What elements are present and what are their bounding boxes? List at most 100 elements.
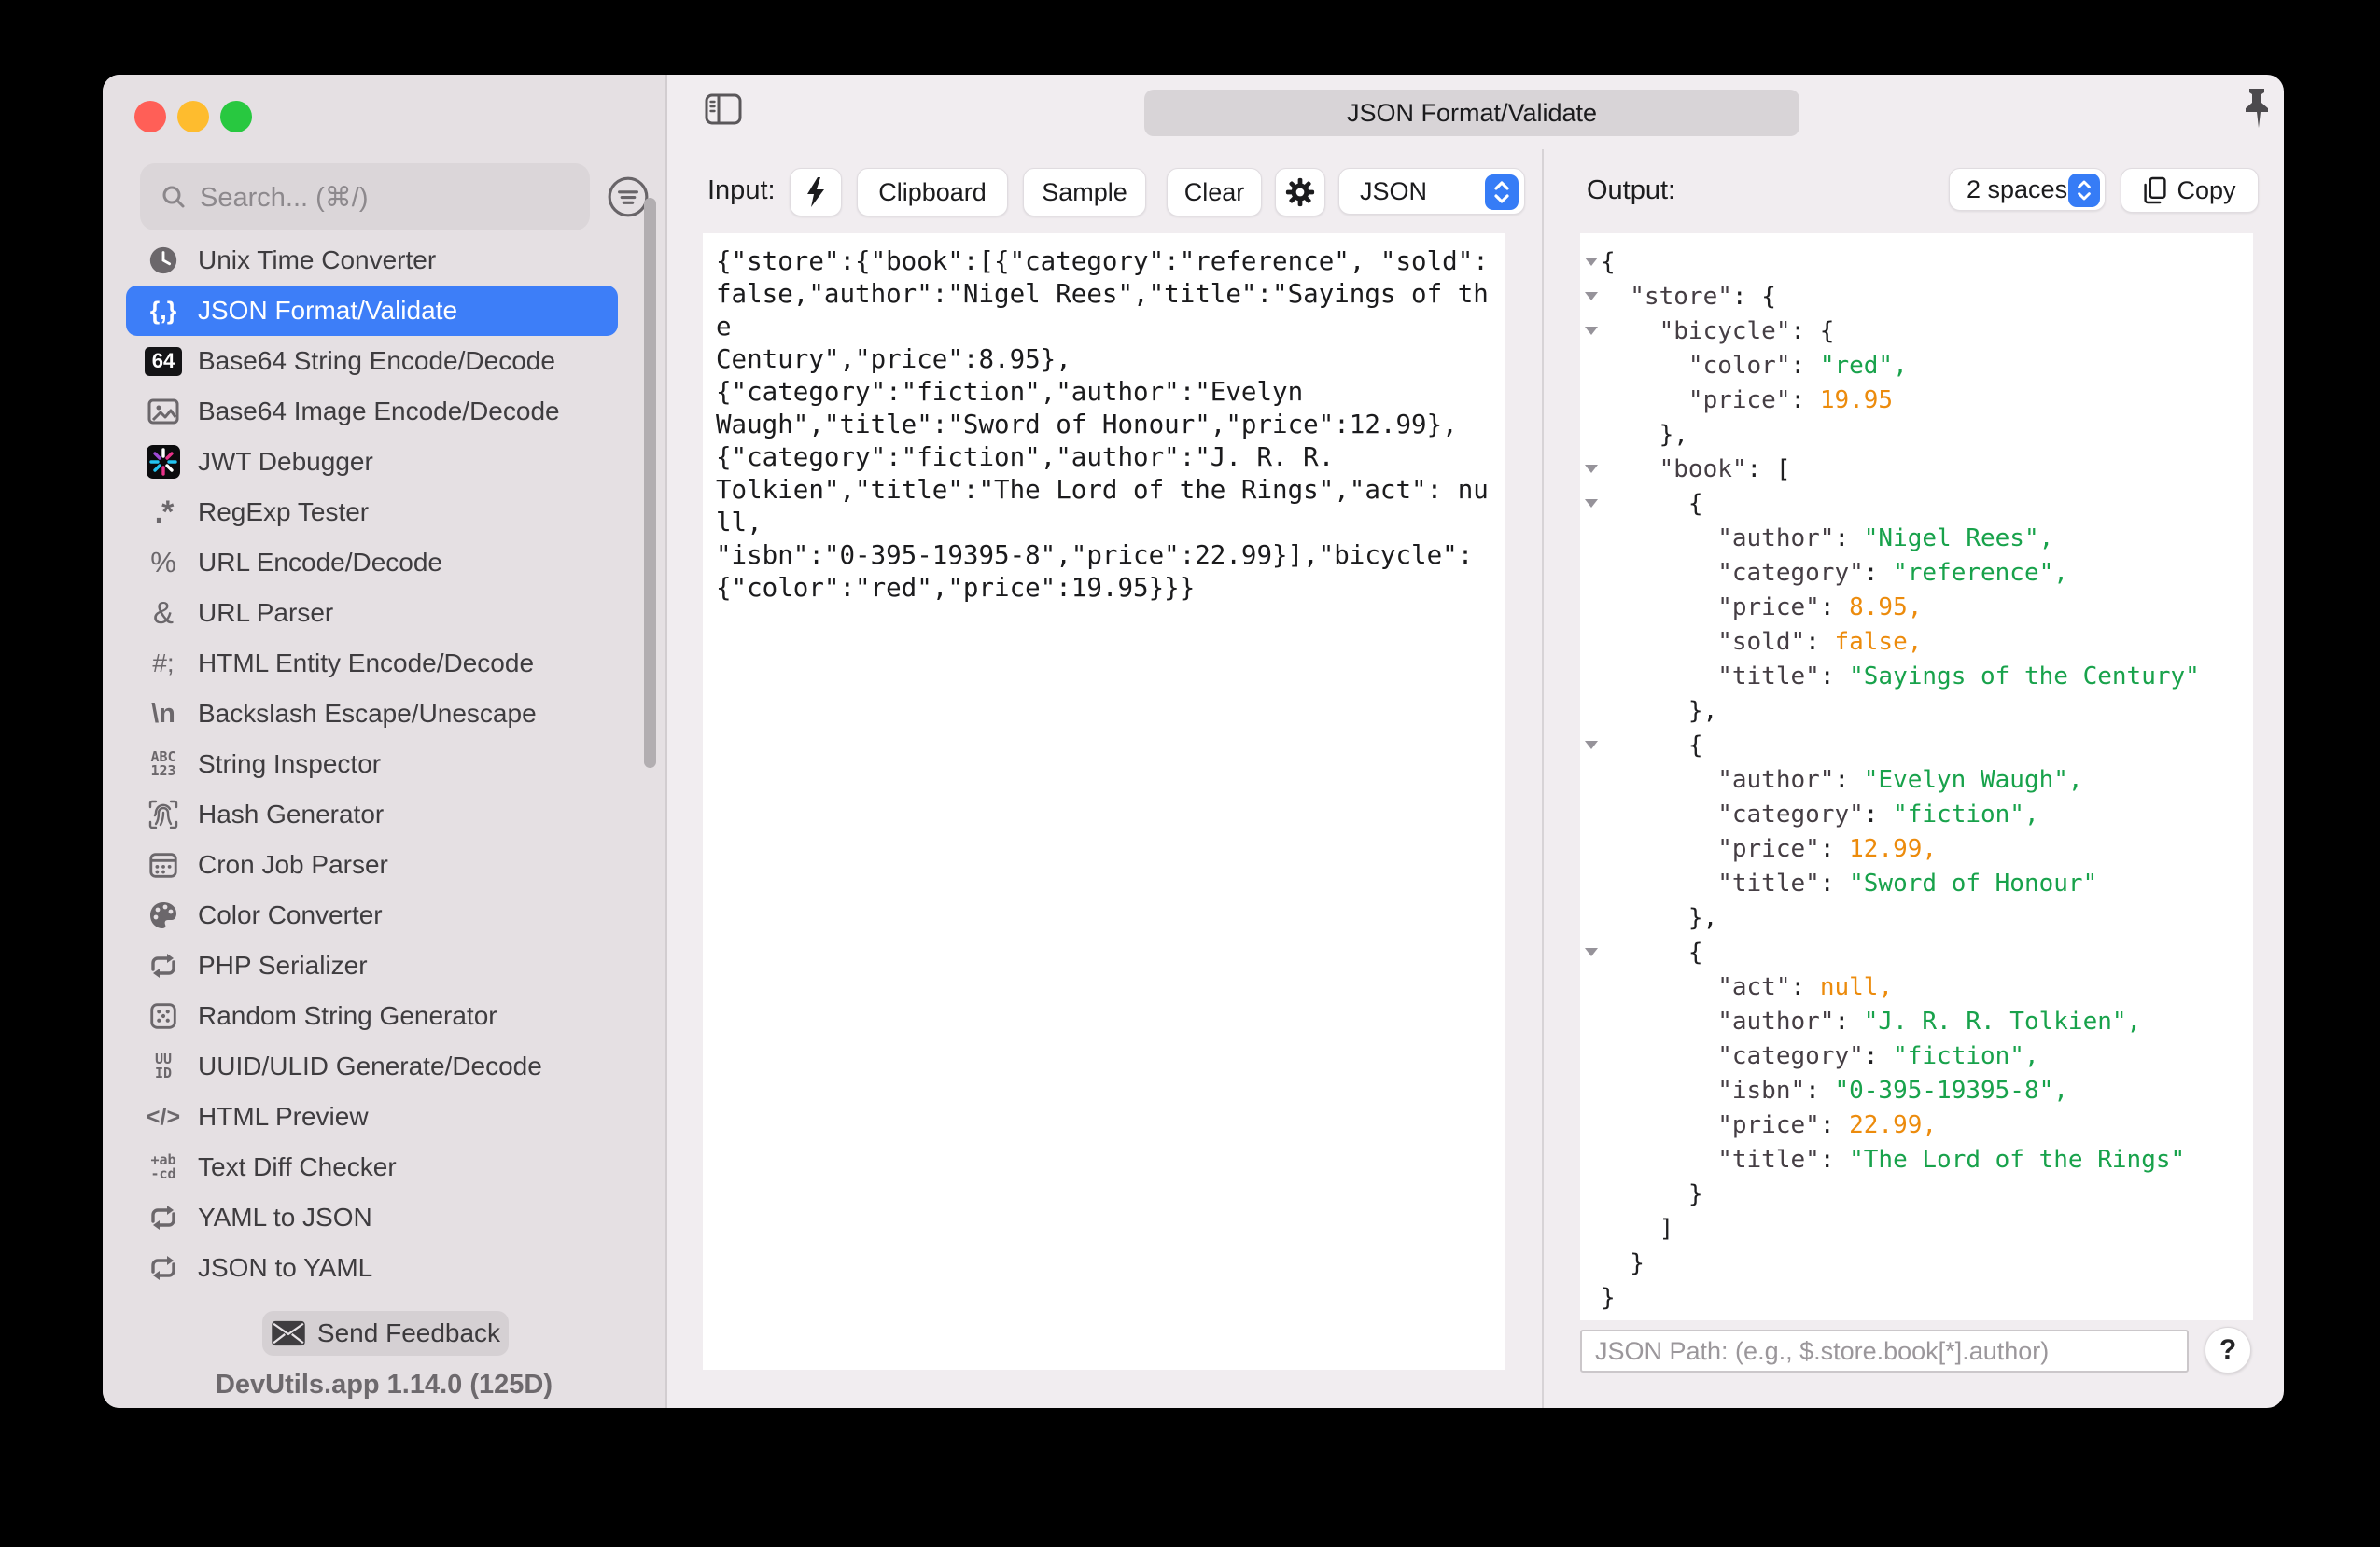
- panel-divider: [1542, 149, 1544, 1408]
- output-gutter: [1580, 258, 1601, 266]
- sidebar-item-label: String Inspector: [198, 749, 382, 778]
- output-line: "store": {: [1580, 279, 2253, 314]
- indent-select[interactable]: 2 spaces: [1949, 168, 2106, 211]
- disclosure-triangle-icon[interactable]: [1585, 327, 1598, 335]
- disclosure-triangle-icon[interactable]: [1585, 948, 1598, 956]
- sidebar-item-regexp-tester[interactable]: .* RegExp Tester: [126, 487, 618, 537]
- app-window: Unix Time Converter {,} JSON Format/Vali…: [103, 75, 2284, 1408]
- close-window-button[interactable]: [134, 101, 166, 132]
- sidebar-item-label: Text Diff Checker: [198, 1152, 397, 1181]
- string-inspector-icon: ABC 123: [150, 748, 176, 779]
- sidebar-item-backslash-escape[interactable]: \n Backslash Escape/Unescape: [126, 689, 618, 739]
- pin-window-button[interactable]: [2238, 86, 2275, 131]
- sidebar-item-label: RegExp Tester: [198, 497, 370, 526]
- clear-button[interactable]: Clear: [1167, 168, 1262, 216]
- sidebar-item-label: JSON to YAML: [198, 1253, 373, 1282]
- toggle-sidebar-button[interactable]: [705, 93, 742, 125]
- output-line: "price": 19.95: [1601, 385, 1894, 414]
- sidebar-item-url-parser[interactable]: & URL Parser: [126, 588, 618, 638]
- output-line: "price": 22.99,: [1601, 1110, 1938, 1139]
- settings-button[interactable]: [1275, 168, 1325, 216]
- disclosure-triangle-icon[interactable]: [1585, 741, 1598, 749]
- input-format-select[interactable]: JSON: [1338, 168, 1525, 215]
- input-format-value: JSON: [1360, 176, 1428, 205]
- output-gutter: [1580, 499, 1601, 508]
- output-line: "title": "Sword of Honour": [1601, 869, 2098, 898]
- base64-icon: 64: [139, 336, 188, 386]
- copy-label: Copy: [2177, 175, 2236, 204]
- output-line: "category": "fiction",: [1601, 1041, 2039, 1070]
- sidebar-item-html-preview[interactable]: </> HTML Preview: [126, 1092, 618, 1142]
- minimize-window-button[interactable]: [177, 101, 209, 132]
- output-gutter: [1580, 327, 1601, 335]
- json-braces-icon: {,}: [149, 296, 177, 325]
- tab-json-format-validate[interactable]: JSON Format/Validate: [1144, 90, 1799, 136]
- output-line: {: [1580, 728, 2253, 762]
- dice-icon: [139, 991, 188, 1041]
- disclosure-triangle-icon[interactable]: [1585, 258, 1598, 266]
- search-field[interactable]: [140, 163, 590, 232]
- output-line: }: [1601, 1248, 1645, 1277]
- sidebar-item-html-entity[interactable]: #; HTML Entity Encode/Decode: [126, 638, 618, 689]
- output-line: "isbn": "0-395-19395-8",: [1601, 1076, 2068, 1105]
- sidebar-item-json-format-validate[interactable]: {,} JSON Format/Validate: [126, 286, 618, 336]
- disclosure-triangle-icon[interactable]: [1585, 292, 1598, 300]
- send-feedback-button[interactable]: Send Feedback: [262, 1311, 509, 1356]
- sidebar-item-label: JSON Format/Validate: [198, 296, 458, 325]
- sidebar-item-color-converter[interactable]: Color Converter: [126, 890, 618, 941]
- copy-button[interactable]: Copy: [2121, 168, 2259, 213]
- output-gutter: [1580, 948, 1601, 956]
- sidebar-item-label: YAML to JSON: [198, 1203, 372, 1232]
- sidebar-item-label: Cron Job Parser: [198, 850, 388, 879]
- sidebar-item-label: PHP Serializer: [198, 951, 368, 980]
- sidebar-item-php-serializer[interactable]: PHP Serializer: [126, 941, 618, 991]
- disclosure-triangle-icon[interactable]: [1585, 465, 1598, 473]
- output-line: "act": null,: [1601, 972, 1894, 1001]
- pin-icon: [2246, 89, 2268, 128]
- input-textarea[interactable]: {"store":{"book":[{"category":"reference…: [703, 233, 1505, 1370]
- code-icon: </>: [146, 1103, 181, 1130]
- sidebar-item-label: JWT Debugger: [198, 447, 373, 476]
- search-input[interactable]: [198, 163, 575, 232]
- sidebar-item-label: Backslash Escape/Unescape: [198, 699, 537, 728]
- gear-icon: [1285, 177, 1315, 207]
- jsonpath-input[interactable]: [1580, 1330, 2189, 1373]
- swap-icon: [139, 1192, 188, 1243]
- sidebar-scrollbar[interactable]: [644, 198, 656, 768]
- sidebar-item-text-diff-checker[interactable]: +ab -cd Text Diff Checker: [126, 1142, 618, 1192]
- output-line: "book": [: [1580, 452, 2253, 486]
- sidebar-item-random-string-generator[interactable]: Random String Generator: [126, 991, 618, 1041]
- copy-icon: [2144, 176, 2167, 204]
- help-button[interactable]: ?: [2205, 1327, 2251, 1373]
- zoom-window-button[interactable]: [220, 101, 252, 132]
- sidebar-item-url-encode-decode[interactable]: % URL Encode/Decode: [126, 537, 618, 588]
- diff-icon: +ab -cd: [150, 1151, 176, 1182]
- sidebar-item-label: URL Parser: [198, 598, 334, 627]
- sidebar-item-yaml-to-json[interactable]: YAML to JSON: [126, 1192, 618, 1243]
- html-entity-icon: #;: [152, 648, 175, 677]
- sidebar-item-base64-string[interactable]: 64 Base64 String Encode/Decode: [126, 336, 618, 386]
- sidebar-toggle-icon: [705, 93, 742, 125]
- sidebar-item-cron-job-parser[interactable]: Cron Job Parser: [126, 840, 618, 890]
- auto-detect-button[interactable]: [790, 168, 842, 216]
- sidebar-item-string-inspector[interactable]: ABC 123 String Inspector: [126, 739, 618, 789]
- sidebar-item-label: Random String Generator: [198, 1001, 497, 1030]
- select-stepper-icon: [2068, 174, 2100, 207]
- sidebar-item-unix-time-converter[interactable]: Unix Time Converter: [126, 235, 618, 286]
- palette-icon: [139, 890, 188, 941]
- disclosure-triangle-icon[interactable]: [1585, 499, 1598, 508]
- ampersand-icon: &: [152, 595, 174, 630]
- question-mark-icon: ?: [2219, 1334, 2237, 1365]
- sidebar-item-uuid-ulid[interactable]: UU ID UUID/ULID Generate/Decode: [126, 1041, 618, 1092]
- sample-button[interactable]: Sample: [1023, 168, 1146, 216]
- sidebar-item-json-to-yaml[interactable]: JSON to YAML: [126, 1243, 618, 1293]
- sidebar-item-base64-image[interactable]: Base64 Image Encode/Decode: [126, 386, 618, 437]
- sidebar-item-hash-generator[interactable]: Hash Generator: [126, 789, 618, 840]
- output-label: Output:: [1587, 175, 1676, 205]
- output-line: },: [1601, 420, 1688, 449]
- sidebar-item-jwt-debugger[interactable]: JWT Debugger: [126, 437, 618, 487]
- output-gutter: [1580, 292, 1601, 300]
- sidebar: Unix Time Converter {,} JSON Format/Vali…: [103, 75, 667, 1408]
- sidebar-item-label: URL Encode/Decode: [198, 548, 443, 577]
- clipboard-button[interactable]: Clipboard: [857, 168, 1008, 216]
